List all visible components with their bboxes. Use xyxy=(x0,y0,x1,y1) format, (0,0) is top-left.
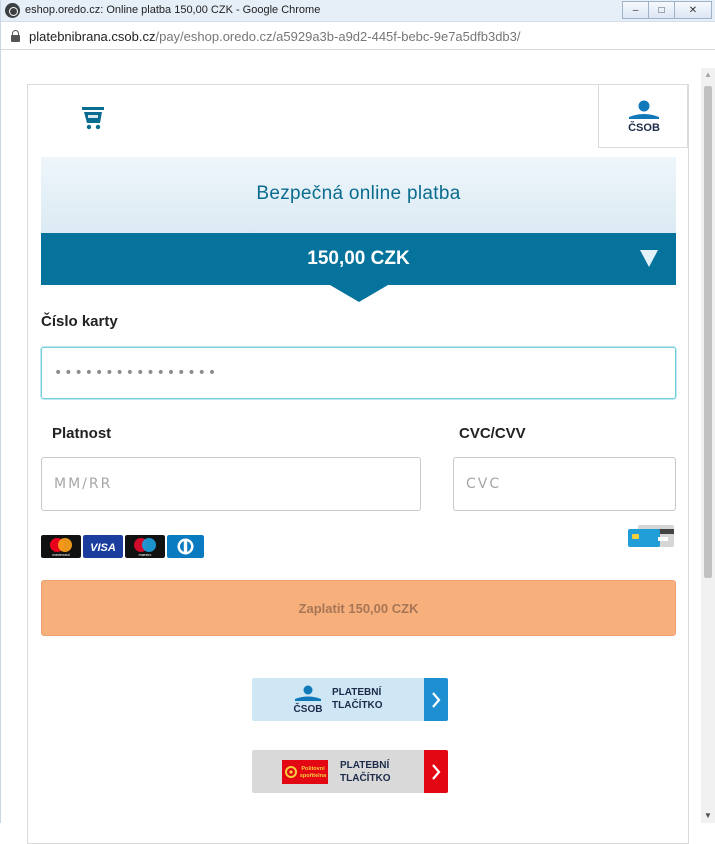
ps-button-body: Poštovní spořitelna PLATEBNÍ TLAČÍTKO xyxy=(252,750,424,793)
minimize-button[interactable]: – xyxy=(622,1,649,19)
secure-header: Bezpečná online platba xyxy=(41,157,676,233)
chevron-right-icon xyxy=(424,750,448,793)
svg-text:ČSOB: ČSOB xyxy=(628,121,660,134)
mastercard-icon: mastercard xyxy=(41,535,81,558)
expiry-label: Platnost xyxy=(52,425,112,442)
vertical-scrollbar[interactable]: ▲ ▼ xyxy=(701,68,715,823)
url-text[interactable]: platebnibrana.csob.cz/pay/eshop.oredo.cz… xyxy=(29,29,521,44)
maestro-icon: maestro xyxy=(125,535,165,558)
title-bar: eshop.oredo.cz: Online platba 150,00 CZK… xyxy=(1,0,715,22)
lock-icon xyxy=(11,30,20,42)
csob-small-logo: ČSOB xyxy=(294,685,323,715)
csob-logo-box: ČSOB xyxy=(598,84,688,148)
shopping-cart-icon xyxy=(82,107,104,130)
pay-button[interactable]: Zaplatit 150,00 CZK xyxy=(41,580,676,636)
amount-text: 150,00 CZK xyxy=(307,248,410,269)
url-path: /pay/eshop.oredo.cz/a5929a3b-a9d2-445f-b… xyxy=(155,29,521,44)
cvc-card-icon xyxy=(628,525,674,547)
svg-text:mastercard: mastercard xyxy=(52,553,70,557)
amount-notch xyxy=(330,285,388,302)
card-number-field[interactable] xyxy=(41,347,676,399)
svg-text:spořitelna: spořitelna xyxy=(300,773,327,779)
cvc-label: CVC/CVV xyxy=(459,425,526,442)
ps-button-text: PLATEBNÍ TLAČÍTKO xyxy=(340,760,391,784)
svg-text:Poštovní: Poštovní xyxy=(301,766,325,772)
scroll-down-arrow-icon[interactable]: ▼ xyxy=(701,809,715,823)
secure-title: Bezpečná online platba xyxy=(256,183,461,204)
csob-button-text: PLATEBNÍ TLAČÍTKO xyxy=(332,687,383,711)
cvc-input[interactable] xyxy=(454,458,675,510)
address-bar[interactable]: platebnibrana.csob.cz/pay/eshop.oredo.cz… xyxy=(1,22,715,50)
svg-text:maestro: maestro xyxy=(139,553,152,557)
expiry-field[interactable] xyxy=(41,457,421,511)
window-title: eshop.oredo.cz: Online platba 150,00 CZK… xyxy=(25,4,321,16)
expiry-input[interactable] xyxy=(42,458,420,510)
csob-logo: ČSOB xyxy=(628,100,660,134)
svg-text:VISA: VISA xyxy=(90,542,116,554)
chevron-right-icon xyxy=(424,678,448,721)
close-button[interactable]: ✕ xyxy=(674,1,712,19)
maximize-button[interactable]: □ xyxy=(648,1,675,19)
postovni-sporitelna-logo: Poštovní spořitelna xyxy=(282,760,328,784)
scroll-thumb[interactable] xyxy=(704,86,712,578)
card-number-label: Číslo karty xyxy=(41,313,118,330)
scroll-up-arrow-icon[interactable]: ▲ xyxy=(701,68,715,82)
window-controls: – □ ✕ xyxy=(622,1,712,19)
cvc-field[interactable] xyxy=(453,457,676,511)
visa-icon: VISA xyxy=(83,535,123,558)
amount-bar[interactable]: 150,00 CZK xyxy=(41,233,676,285)
globe-icon xyxy=(5,3,20,18)
payment-card: ČSOB Bezpečná online platba 150,00 CZK Č… xyxy=(27,84,689,844)
diners-club-icon xyxy=(167,535,204,558)
card-number-input[interactable] xyxy=(42,348,675,398)
url-host: platebnibrana.csob.cz xyxy=(29,29,156,44)
browser-window: eshop.oredo.cz: Online platba 150,00 CZK… xyxy=(0,0,715,844)
csob-payment-button[interactable]: ČSOB PLATEBNÍ TLAČÍTKO xyxy=(252,678,448,721)
csob-button-body: ČSOB PLATEBNÍ TLAČÍTKO xyxy=(252,678,424,721)
expand-arrow-icon[interactable] xyxy=(640,250,658,267)
postovni-sporitelna-payment-button[interactable]: Poštovní spořitelna PLATEBNÍ TLAČÍTKO xyxy=(252,750,448,793)
svg-text:ČSOB: ČSOB xyxy=(294,702,323,715)
